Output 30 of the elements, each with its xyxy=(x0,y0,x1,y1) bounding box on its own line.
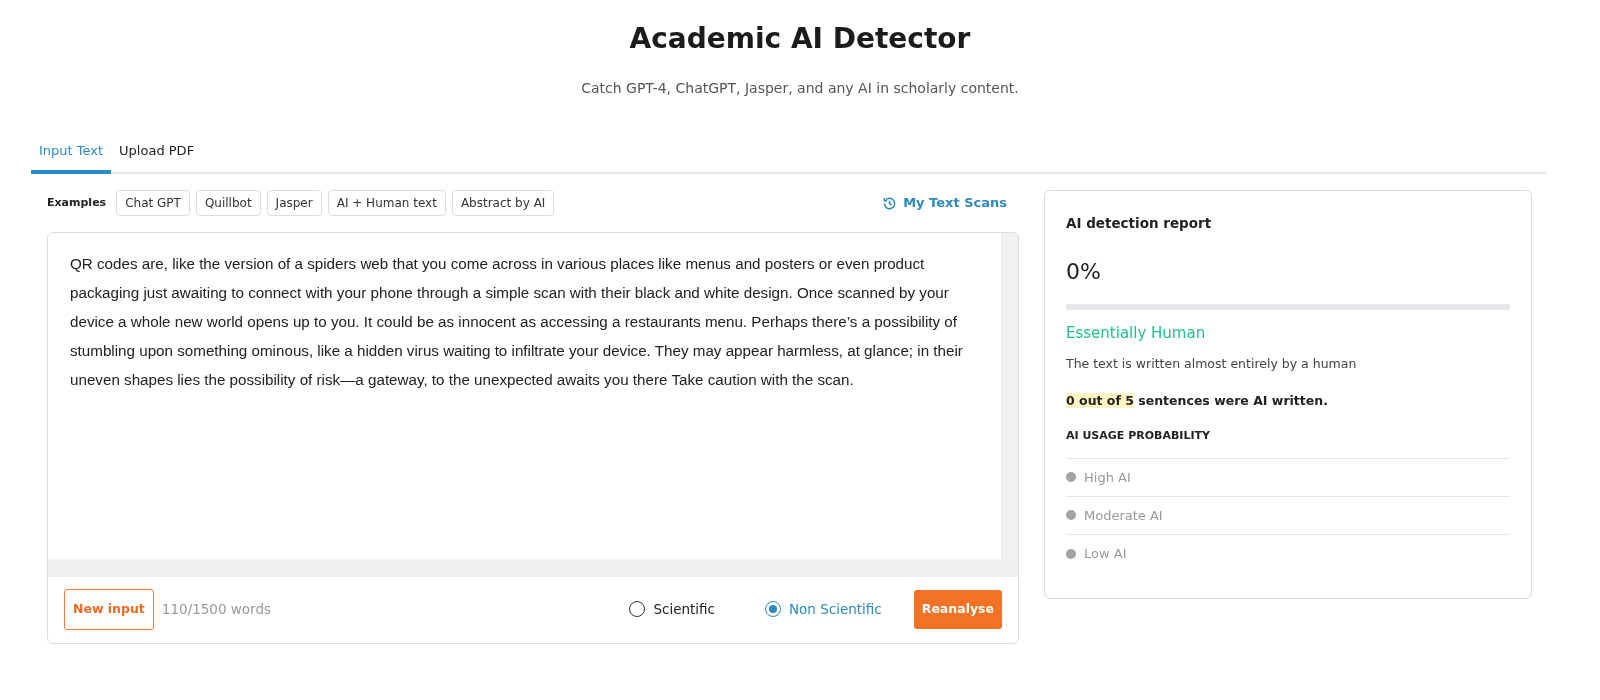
history-icon xyxy=(882,195,898,211)
example-button[interactable]: Jasper xyxy=(266,190,322,217)
page-subtitle: Catch GPT-4, ChatGPT, Jasper, and any AI in scholarly content. xyxy=(580,78,1020,98)
example-button[interactable]: AI + Human text xyxy=(327,190,446,217)
my-text-scans-link[interactable]: My Text Scans xyxy=(876,192,1013,214)
examples-label: Examples xyxy=(47,194,107,211)
status-dot xyxy=(1066,510,1076,521)
report-title: AI detection report xyxy=(1066,214,1213,234)
radio-option[interactable]: Scientific xyxy=(623,598,721,621)
status-dot xyxy=(1066,472,1076,483)
tab[interactable]: Input Text xyxy=(31,132,112,175)
verdict: Essentially Human xyxy=(1066,323,1207,345)
vertical-scrollbar[interactable] xyxy=(1001,233,1018,560)
status-dot xyxy=(1066,548,1076,559)
probability-label: High AI xyxy=(1084,468,1131,487)
page-title: Academic AI Detector xyxy=(628,22,972,56)
probability-label: Moderate AI xyxy=(1084,506,1163,525)
radio-option[interactable]: Non Scientific xyxy=(759,598,888,621)
example-button[interactable]: Quillbot xyxy=(195,190,261,217)
horizontal-scrollbar[interactable] xyxy=(48,559,1018,577)
example-button[interactable]: Chat GPT xyxy=(116,190,190,217)
tab[interactable]: Upload PDF xyxy=(111,132,203,175)
sentence-summary: 0 out of 5 sentences were AI written. xyxy=(1066,391,1329,410)
probability-heading: AI USAGE PROBABILITY xyxy=(1066,428,1510,459)
text-input-field[interactable]: QR codes are, like the version of a spiders web that you come across in various places like menus and posters or even product packaging just awaiting to connect with your phone through a simple scan with their black and white design. Once scanned by your device a whole new world opens up to you. It could be as innocent as accessing a restaurants menu. Perhaps there’s a possibility of stumbling upon something ominous, like a hidden virus waiting to infiltrate your device. They may appear harmless, at glance; in their uneven shapes lies the possibility of risk—a gateway, to the unexpected awaits you there Take caution with the scan. xyxy=(48,233,1001,560)
word-count: 110/1500 words xyxy=(161,600,272,620)
verdict-description: The text is written almost entirely by a human xyxy=(1066,354,1358,373)
ai-score: 0% xyxy=(1066,258,1102,287)
probability-label: Low AI xyxy=(1084,545,1127,564)
example-button[interactable]: Abstract by AI xyxy=(451,190,555,217)
